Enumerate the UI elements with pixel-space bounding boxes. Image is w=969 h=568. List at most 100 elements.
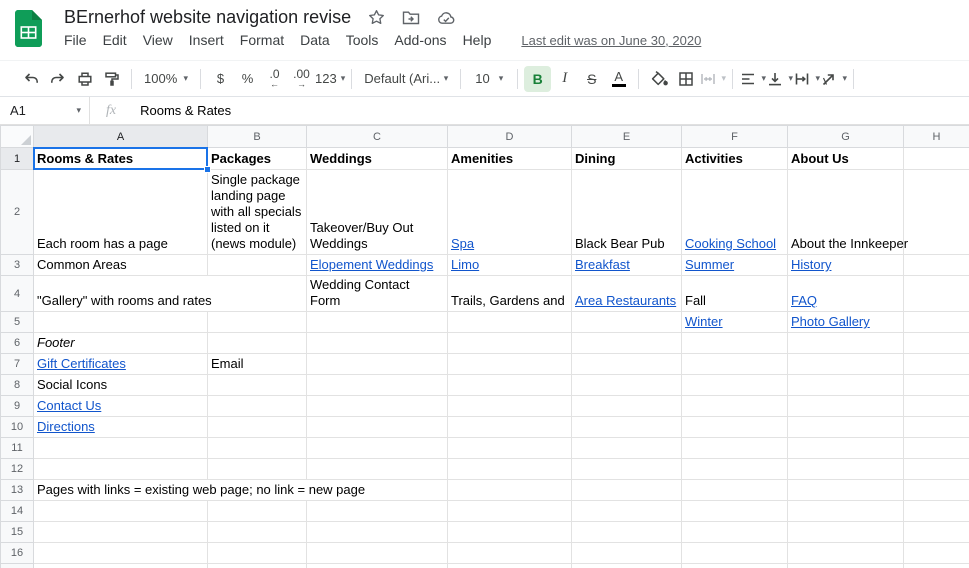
cell-C7[interactable] (306, 353, 448, 375)
paint-format-icon[interactable] (98, 66, 125, 92)
column-header-D[interactable]: D (447, 125, 572, 148)
cell-G12[interactable] (787, 458, 904, 480)
cell-G2[interactable]: About the Innkeeper (787, 169, 908, 255)
cell-H6[interactable] (903, 332, 969, 354)
cell-F17[interactable] (681, 563, 788, 568)
row-header-9[interactable]: 9 (0, 395, 34, 417)
star-icon[interactable] (368, 9, 385, 26)
menu-insert[interactable]: Insert (181, 31, 232, 49)
text-wrap-icon[interactable]: ▾ (793, 66, 820, 92)
cell-C2[interactable]: Takeover/Buy Out Weddings (306, 169, 448, 255)
column-header-G[interactable]: G (787, 125, 904, 148)
cell-C14[interactable] (306, 500, 448, 522)
cell-A12[interactable] (33, 458, 208, 480)
fill-handle[interactable] (204, 166, 211, 173)
cell-A3[interactable]: Common Areas (33, 254, 208, 276)
cell-E6[interactable] (571, 332, 682, 354)
cell-F8[interactable] (681, 374, 788, 396)
cell-G9[interactable] (787, 395, 904, 417)
row-header-2[interactable]: 2 (0, 169, 34, 255)
cell-F14[interactable] (681, 500, 788, 522)
cell-D1[interactable]: Amenities (447, 147, 572, 170)
number-format-select[interactable]: 123 ▾ (315, 66, 345, 92)
cell-hyperlink[interactable]: Directions (37, 419, 95, 434)
cell-E17[interactable] (571, 563, 682, 568)
cell-A13[interactable]: Pages with links = existing web page; no… (33, 479, 448, 501)
cell-B10[interactable] (207, 416, 307, 438)
cell-G3[interactable]: History (787, 254, 904, 276)
name-box[interactable]: A1 ▾ (0, 97, 90, 124)
cell-hyperlink[interactable]: Winter (685, 314, 723, 329)
cell-F7[interactable] (681, 353, 788, 375)
menu-data[interactable]: Data (292, 31, 338, 49)
menu-tools[interactable]: Tools (338, 31, 387, 49)
sheets-logo-icon[interactable] (15, 10, 42, 60)
cell-C16[interactable] (306, 542, 448, 564)
cell-B2[interactable]: Single package landing page with all spe… (207, 169, 307, 255)
cell-E2[interactable]: Black Bear Pub (571, 169, 682, 255)
cell-D3[interactable]: Limo (447, 254, 572, 276)
cell-C3[interactable]: Elopement Weddings (306, 254, 448, 276)
borders-icon[interactable] (672, 66, 699, 92)
row-header-16[interactable]: 16 (0, 542, 34, 564)
cell-A15[interactable] (33, 521, 208, 543)
cell-hyperlink[interactable]: Cooking School (685, 236, 776, 251)
cell-G14[interactable] (787, 500, 904, 522)
cell-hyperlink[interactable]: Elopement Weddings (310, 257, 433, 272)
cell-B16[interactable] (207, 542, 307, 564)
row-header-3[interactable]: 3 (0, 254, 34, 276)
text-color-button[interactable]: A (605, 66, 632, 92)
cell-E12[interactable] (571, 458, 682, 480)
cell-hyperlink[interactable]: Area Restaurants (575, 293, 676, 308)
cloud-saved-icon[interactable] (437, 10, 456, 25)
cell-D5[interactable] (447, 311, 572, 333)
cell-G11[interactable] (787, 437, 904, 459)
row-header-15[interactable]: 15 (0, 521, 34, 543)
cell-E9[interactable] (571, 395, 682, 417)
cell-G4[interactable]: FAQ (787, 275, 904, 312)
cell-G15[interactable] (787, 521, 904, 543)
cell-A5[interactable] (33, 311, 208, 333)
menu-addons[interactable]: Add-ons (386, 31, 454, 49)
zoom-select[interactable]: 100% ▾ (138, 66, 194, 92)
cell-D2[interactable]: Spa (447, 169, 572, 255)
cell-F13[interactable] (681, 479, 788, 501)
column-header-A[interactable]: A (33, 125, 208, 148)
font-family-select[interactable]: Default (Ari... ▾ (358, 66, 454, 92)
cell-A11[interactable] (33, 437, 208, 459)
cell-B7[interactable]: Email (207, 353, 307, 375)
menu-format[interactable]: Format (232, 31, 292, 49)
row-header-13[interactable]: 13 (0, 479, 34, 501)
horizontal-align-icon[interactable]: ▾ (739, 66, 766, 92)
cell-F11[interactable] (681, 437, 788, 459)
print-button[interactable] (71, 66, 98, 92)
cell-E4[interactable]: Area Restaurants (571, 275, 682, 312)
vertical-align-icon[interactable]: ▾ (766, 66, 793, 92)
row-header-7[interactable]: 7 (0, 353, 34, 375)
column-header-E[interactable]: E (571, 125, 682, 148)
cell-D14[interactable] (447, 500, 572, 522)
cell-hyperlink[interactable]: History (791, 257, 831, 272)
cell-F3[interactable]: Summer (681, 254, 788, 276)
cell-F12[interactable] (681, 458, 788, 480)
cell-A6[interactable]: Footer (33, 332, 208, 354)
row-header-5[interactable]: 5 (0, 311, 34, 333)
cell-H9[interactable] (903, 395, 969, 417)
cell-hyperlink[interactable]: Contact Us (37, 398, 101, 413)
cell-H14[interactable] (903, 500, 969, 522)
cell-E3[interactable]: Breakfast (571, 254, 682, 276)
cell-B11[interactable] (207, 437, 307, 459)
increase-decimal-button[interactable]: .00 → (288, 66, 315, 92)
cell-E10[interactable] (571, 416, 682, 438)
cell-D9[interactable] (447, 395, 572, 417)
row-header-17[interactable]: 17 (0, 563, 34, 568)
cell-E15[interactable] (571, 521, 682, 543)
column-header-C[interactable]: C (306, 125, 448, 148)
cell-hyperlink[interactable]: Spa (451, 236, 474, 251)
cell-H16[interactable] (903, 542, 969, 564)
cell-E13[interactable] (571, 479, 682, 501)
cell-G6[interactable] (787, 332, 904, 354)
cell-H4[interactable] (903, 275, 969, 312)
row-header-6[interactable]: 6 (0, 332, 34, 354)
decrease-decimal-button[interactable]: .0 ← (261, 66, 288, 92)
